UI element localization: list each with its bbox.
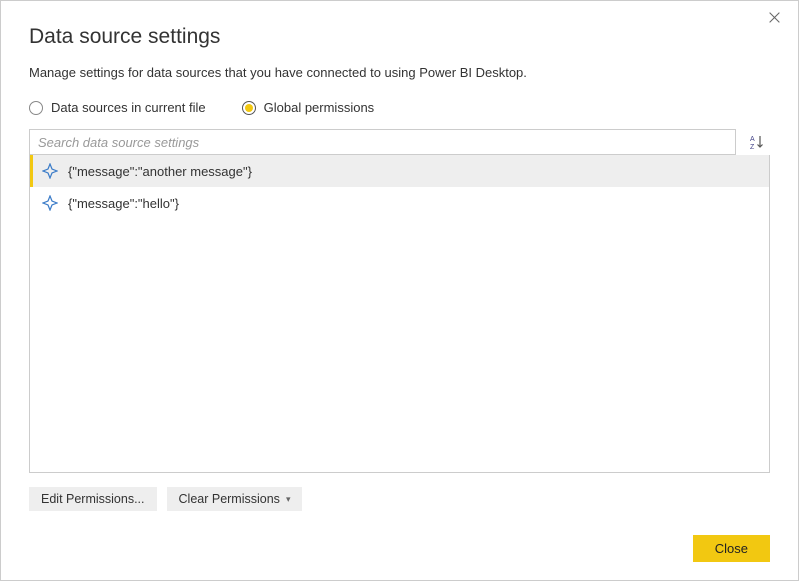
radio-icon xyxy=(29,101,43,115)
permission-buttons: Edit Permissions... Clear Permissions ▾ xyxy=(29,487,770,511)
list-item-label: {"message":"another message"} xyxy=(68,164,252,179)
radio-icon xyxy=(242,101,256,115)
svg-text:A: A xyxy=(750,136,755,143)
close-icon[interactable] xyxy=(768,11,784,27)
dialog-footer: Close xyxy=(29,535,770,562)
sort-button[interactable]: A Z xyxy=(744,129,770,155)
list-item-label: {"message":"hello"} xyxy=(68,196,179,211)
list-item[interactable]: {"message":"hello"} xyxy=(30,187,769,219)
search-input[interactable] xyxy=(29,129,736,155)
data-source-icon xyxy=(42,163,58,179)
chevron-down-icon: ▾ xyxy=(286,494,291,505)
button-label: Clear Permissions xyxy=(179,492,280,506)
search-row: A Z xyxy=(29,129,770,155)
clear-permissions-button[interactable]: Clear Permissions ▾ xyxy=(167,487,303,511)
edit-permissions-button[interactable]: Edit Permissions... xyxy=(29,487,157,511)
radio-label: Data sources in current file xyxy=(51,100,206,115)
data-source-list: {"message":"another message"} {"message"… xyxy=(29,155,770,473)
radio-label: Global permissions xyxy=(264,100,375,115)
page-subtitle: Manage settings for data sources that yo… xyxy=(29,65,770,80)
page-title: Data source settings xyxy=(29,25,770,49)
data-source-icon xyxy=(42,195,58,211)
close-button[interactable]: Close xyxy=(693,535,770,562)
svg-text:Z: Z xyxy=(750,144,755,150)
radio-global-permissions[interactable]: Global permissions xyxy=(242,100,375,115)
data-source-settings-dialog: Data source settings Manage settings for… xyxy=(1,1,798,580)
scope-radio-group: Data sources in current file Global perm… xyxy=(29,100,770,115)
list-item[interactable]: {"message":"another message"} xyxy=(30,155,769,187)
button-label: Edit Permissions... xyxy=(41,492,145,506)
button-label: Close xyxy=(715,541,748,556)
radio-current-file[interactable]: Data sources in current file xyxy=(29,100,206,115)
